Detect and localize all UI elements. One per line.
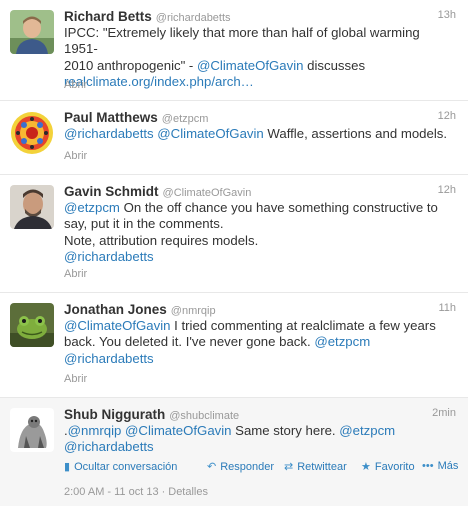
author-handle[interactable]: @etzpcm <box>162 113 209 125</box>
hide-conversation-button[interactable]: ▮ Ocultar conversación <box>64 460 178 474</box>
retweet-icon: ⇄ <box>284 461 294 473</box>
timestamp[interactable]: 11h <box>438 302 456 314</box>
text-segment: I tried commenting at realclimate a few … <box>170 318 436 333</box>
avatar[interactable] <box>10 303 54 347</box>
mention-link[interactable]: @nmrqip <box>68 423 122 438</box>
mention-link[interactable]: @ClimateOfGavin <box>157 126 263 141</box>
timestamp[interactable]: 12h <box>438 110 456 122</box>
reply-label: Responder <box>220 460 275 473</box>
mention-link[interactable]: @ClimateOfGavin <box>64 318 170 333</box>
text-segment: Same story here. <box>231 423 340 438</box>
author-handle[interactable]: @shubclimate <box>169 410 239 422</box>
star-icon: ★ <box>361 461 371 473</box>
mention-link[interactable]: @etzpcm <box>64 200 120 215</box>
author-name[interactable]: Gavin Schmidt <box>64 184 159 199</box>
tweet-paul-matthews[interactable]: Paul Matthews @etzpcm 12h @richardabetts … <box>0 101 468 175</box>
separator-dot: · <box>161 486 166 498</box>
speech-bubble-icon: ▮ <box>64 461 71 473</box>
author-handle[interactable]: @ClimateOfGavin <box>163 187 252 199</box>
retweet-label: Retwittear <box>297 460 347 473</box>
text-segment: back. You deleted it. I've never gone ba… <box>64 334 315 350</box>
avatar[interactable] <box>10 111 54 155</box>
author-handle[interactable]: @nmrqip <box>171 305 216 317</box>
tweet-text: .@nmrqip @ClimateOfGavin Same story here… <box>64 423 449 456</box>
tweet-text: @richardabetts @ClimateOfGavin Waffle, a… <box>64 126 449 142</box>
tweet-richard-betts[interactable]: Richard Betts @richardabetts 13h IPCC: "E… <box>0 0 468 101</box>
author-name[interactable]: Richard Betts <box>64 9 152 24</box>
timestamp[interactable]: 13h <box>438 9 456 21</box>
avatar-photo-icon <box>10 10 54 54</box>
mention-link[interactable]: @etzpcm <box>314 334 370 349</box>
author-name[interactable]: Paul Matthews <box>64 110 158 125</box>
author-handle[interactable]: @richardabetts <box>156 12 231 24</box>
mention-link[interactable]: @ClimateOfGavin <box>125 423 231 438</box>
reply-icon: ↶ <box>207 461 217 473</box>
mention-link[interactable]: @richardabetts <box>64 126 154 141</box>
avatar[interactable] <box>10 185 54 229</box>
reply-button[interactable]: ↶ Responder <box>207 460 275 474</box>
open-link[interactable]: Abrir <box>64 150 87 162</box>
timeline: Richard Betts @richardabetts 13h IPCC: "E… <box>0 0 470 506</box>
mention-link[interactable]: @richardabetts <box>64 351 154 366</box>
text-segment: discusses <box>303 57 366 73</box>
author-name[interactable]: Jonathan Jones <box>64 302 167 317</box>
avatar-pattern-icon <box>10 111 54 155</box>
author-name[interactable]: Shub Niggurath <box>64 407 165 422</box>
open-link[interactable]: Abrir <box>64 79 87 91</box>
tweet-meta: 2:00 AM - 11 oct 13 · Detalles <box>64 486 208 498</box>
text-segment: 2010 anthropogenic" - <box>64 57 197 73</box>
avatar-figure-icon <box>10 408 54 452</box>
timestamp[interactable]: 2min <box>432 407 456 419</box>
tweet-jonathan-jones[interactable]: Jonathan Jones @nmrqip 11h @ClimateOfGavi… <box>0 293 468 398</box>
mention-link[interactable]: @etzpcm <box>339 423 395 438</box>
tweet-text: @ClimateOfGavin I tried commenting at re… <box>64 318 449 367</box>
avatar[interactable] <box>10 10 54 54</box>
mention-link[interactable]: @ClimateOfGavin <box>197 58 303 73</box>
mention-link[interactable]: @richardabetts <box>64 249 154 264</box>
timestamp[interactable]: 12h <box>438 184 456 196</box>
favorite-label: Favorito <box>374 460 415 473</box>
more-button[interactable]: ••• Más <box>422 460 458 472</box>
tweet-actions: ▮ Ocultar conversación ↶ Responder ⇄ Ret… <box>64 460 462 474</box>
mention-link[interactable]: @richardabetts <box>64 439 154 454</box>
favorite-button[interactable]: ★ Favorito <box>361 460 415 474</box>
tweet-gavin-schmidt[interactable]: Gavin Schmidt @ClimateOfGavin 12h @etzpcm… <box>0 175 468 293</box>
text-segment: say, put it in the comments. <box>64 216 224 232</box>
retweet-button[interactable]: ⇄ Retwittear <box>284 460 347 474</box>
url-link[interactable]: realclimate.org/index.php/arch… <box>64 74 254 89</box>
more-dots-icon: ••• <box>422 460 434 472</box>
open-link[interactable]: Abrir <box>64 373 87 385</box>
more-label: Más <box>437 460 459 472</box>
tweet-datetime[interactable]: 2:00 AM - 11 oct 13 <box>64 486 159 498</box>
text-segment: Waffle, assertions and models. <box>263 126 448 141</box>
tweet-text: @etzpcm On the off chance you have somet… <box>64 200 449 266</box>
avatar-photo-icon <box>10 185 54 229</box>
text-segment: IPCC: "Extremely likely that more than h… <box>64 25 420 57</box>
text-segment: Note, attribution requires models. <box>64 232 259 248</box>
hide-conversation-label: Ocultar conversación <box>74 460 178 473</box>
avatar-frog-icon <box>10 303 54 347</box>
text-segment: On the off chance you have something con… <box>119 200 438 215</box>
avatar[interactable] <box>10 408 54 452</box>
tweet-text: IPCC: "Extremely likely that more than h… <box>64 25 449 91</box>
open-link[interactable]: Abrir <box>64 268 87 280</box>
details-link[interactable]: Detalles <box>168 486 208 498</box>
